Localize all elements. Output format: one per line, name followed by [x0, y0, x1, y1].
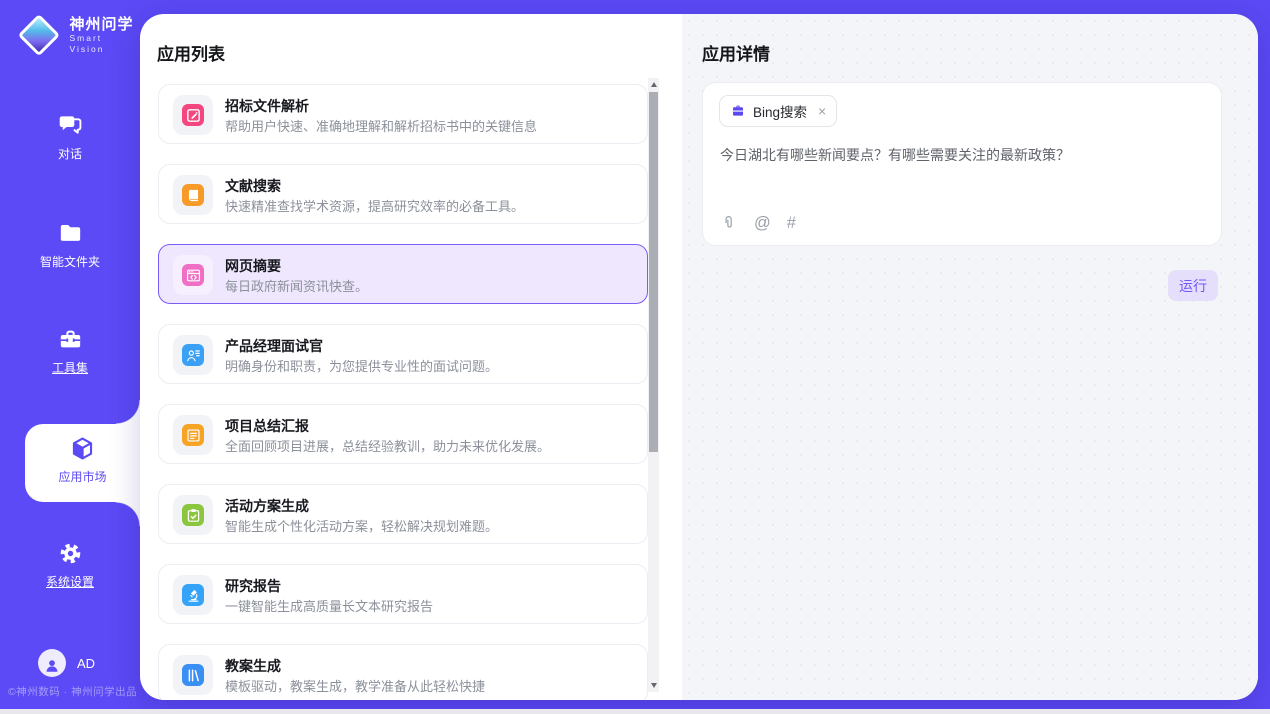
sidebar-item-smart-folder[interactable]: 智能文件夹 [0, 220, 140, 270]
app-card-title: 文献搜索 [225, 176, 281, 196]
avatar [38, 649, 66, 677]
sidebar-item-label: 智能文件夹 [40, 253, 100, 270]
brand-logo-icon [18, 14, 60, 56]
app-card-2[interactable]: 文献搜索快速精准查找学术资源，提高研究效率的必备工具。 [158, 164, 648, 224]
paperclip-icon[interactable] [720, 214, 738, 232]
person-icon [43, 656, 61, 674]
app-card-title: 项目总结汇报 [225, 416, 309, 436]
app-list-title: 应用列表 [157, 40, 225, 65]
bottom-strip [0, 709, 1270, 714]
app-icon-container [173, 655, 213, 695]
query-text[interactable]: 今日湖北有哪些新闻要点？有哪些需要关注的最新政策？ [720, 145, 1205, 165]
sidebar-item-chat[interactable]: 对话 [0, 112, 140, 162]
app-card-description: 快速精准查找学术资源，提高研究效率的必备工具。 [225, 196, 524, 215]
app-icon-container [173, 495, 213, 535]
app-card-title: 招标文件解析 [225, 96, 309, 116]
user-name: AD [77, 656, 95, 671]
app-card-description: 每日政府新闻资讯快查。 [225, 276, 368, 295]
user-chip[interactable]: AD [38, 649, 95, 677]
app-icon-container [173, 255, 213, 295]
app-card-title: 研究报告 [225, 576, 281, 596]
app-icon-container [173, 415, 213, 455]
sidebar-item-label: 工具集 [52, 359, 88, 376]
sidebar: 神州问学 Smart Vision 对话智能文件夹工具集应用市场系统设置 AD … [0, 0, 140, 714]
scrollbar-down-arrow[interactable] [648, 679, 659, 692]
app-card-description: 一键智能生成高质量长文本研究报告 [225, 596, 433, 615]
folder-icon [57, 220, 84, 247]
app-card-description: 智能生成个性化活动方案，轻松解决规划难题。 [225, 516, 498, 535]
briefcase-icon [730, 103, 746, 119]
app-card-8[interactable]: 教案生成模板驱动，教案生成，教学准备从此轻松快捷 [158, 644, 648, 700]
composer-card: Bing搜索 × 今日湖北有哪些新闻要点？有哪些需要关注的最新政策？ @# [702, 82, 1222, 246]
book-icon [182, 184, 204, 206]
app-card-title: 网页摘要 [225, 256, 281, 276]
app-icon-container [173, 335, 213, 375]
app-card-1[interactable]: 招标文件解析帮助用户快速、准确地理解和解析招标书中的关键信息 [158, 84, 648, 144]
app-card-title: 产品经理面试官 [225, 336, 323, 356]
app-icon-container [173, 175, 213, 215]
sidebar-item-system-settings[interactable]: 系统设置 [0, 540, 140, 590]
mention-icon[interactable]: @ [754, 214, 771, 232]
app-list-panel: 应用列表 招标文件解析帮助用户快速、准确地理解和解析招标书中的关键信息文献搜索快… [140, 14, 682, 700]
brand-subtitle: Smart Vision [70, 33, 141, 55]
main-panel: 应用列表 招标文件解析帮助用户快速、准确地理解和解析招标书中的关键信息文献搜索快… [140, 14, 1258, 700]
app-card-7[interactable]: 研究报告一键智能生成高质量长文本研究报告 [158, 564, 648, 624]
app-card-6[interactable]: 活动方案生成智能生成个性化活动方案，轻松解决规划难题。 [158, 484, 648, 544]
sidebar-item-label: 系统设置 [46, 573, 94, 590]
app-card-description: 全面回顾项目进展，总结经验教训，助力未来优化发展。 [225, 436, 550, 455]
brand-text: 神州问学 Smart Vision [70, 16, 141, 55]
hash-icon[interactable]: # [787, 214, 796, 232]
run-button[interactable]: 运行 [1168, 270, 1218, 301]
scrollbar[interactable] [648, 78, 659, 692]
brand-name: 神州问学 [70, 16, 141, 33]
tool-tag-bing-search[interactable]: Bing搜索 × [719, 95, 837, 127]
gear-icon [57, 540, 84, 567]
interviewer-icon [182, 344, 204, 366]
sidebar-item-label: 应用市场 [58, 468, 106, 485]
app-card-3[interactable]: 网页摘要每日政府新闻资讯快查。 [158, 244, 648, 304]
books-icon [182, 664, 204, 686]
edit-square-icon [182, 104, 204, 126]
sidebar-item-app-market[interactable]: 应用市场 [25, 424, 140, 502]
sidebar-item-toolset[interactable]: 工具集 [0, 326, 140, 376]
copyright-footer: ©神州数码 · 神州问学出品 [8, 684, 137, 699]
app-card-list: 招标文件解析帮助用户快速、准确地理解和解析招标书中的关键信息文献搜索快速精准查找… [158, 84, 648, 700]
app-card-5[interactable]: 项目总结汇报全面回顾项目进展，总结经验教训，助力未来优化发展。 [158, 404, 648, 464]
app-card-4[interactable]: 产品经理面试官明确身份和职责，为您提供专业性的面试问题。 [158, 324, 648, 384]
clipboard-check-icon [182, 504, 204, 526]
app-card-description: 帮助用户快速、准确地理解和解析招标书中的关键信息 [225, 116, 537, 135]
app-icon-container [173, 95, 213, 135]
app-card-description: 明确身份和职责，为您提供专业性的面试问题。 [225, 356, 498, 375]
brand-logo: 神州问学 Smart Vision [18, 14, 140, 56]
scrollbar-up-arrow[interactable] [648, 78, 659, 91]
microscope-icon [182, 584, 204, 606]
scrollbar-thumb[interactable] [649, 92, 658, 452]
app-card-title: 活动方案生成 [225, 496, 309, 516]
composer-toolbar: @# [720, 214, 796, 232]
tool-tag-label: Bing搜索 [753, 101, 807, 121]
memo-icon [182, 424, 204, 446]
app-card-title: 教案生成 [225, 656, 281, 676]
toolbox-icon [57, 326, 84, 353]
chat-icon [57, 112, 84, 139]
app-detail-panel: 应用详情 Bing搜索 × 今日湖北有哪些新闻要点？有哪些需要关注的最新政策？ … [682, 14, 1258, 700]
cube-icon [69, 435, 96, 462]
app-detail-title: 应用详情 [702, 40, 770, 65]
sidebar-item-label: 对话 [58, 145, 82, 162]
close-icon[interactable]: × [818, 104, 826, 118]
app-card-description: 模板驱动，教案生成，教学准备从此轻松快捷 [225, 676, 485, 695]
browser-code-icon [182, 264, 204, 286]
app-icon-container [173, 575, 213, 615]
